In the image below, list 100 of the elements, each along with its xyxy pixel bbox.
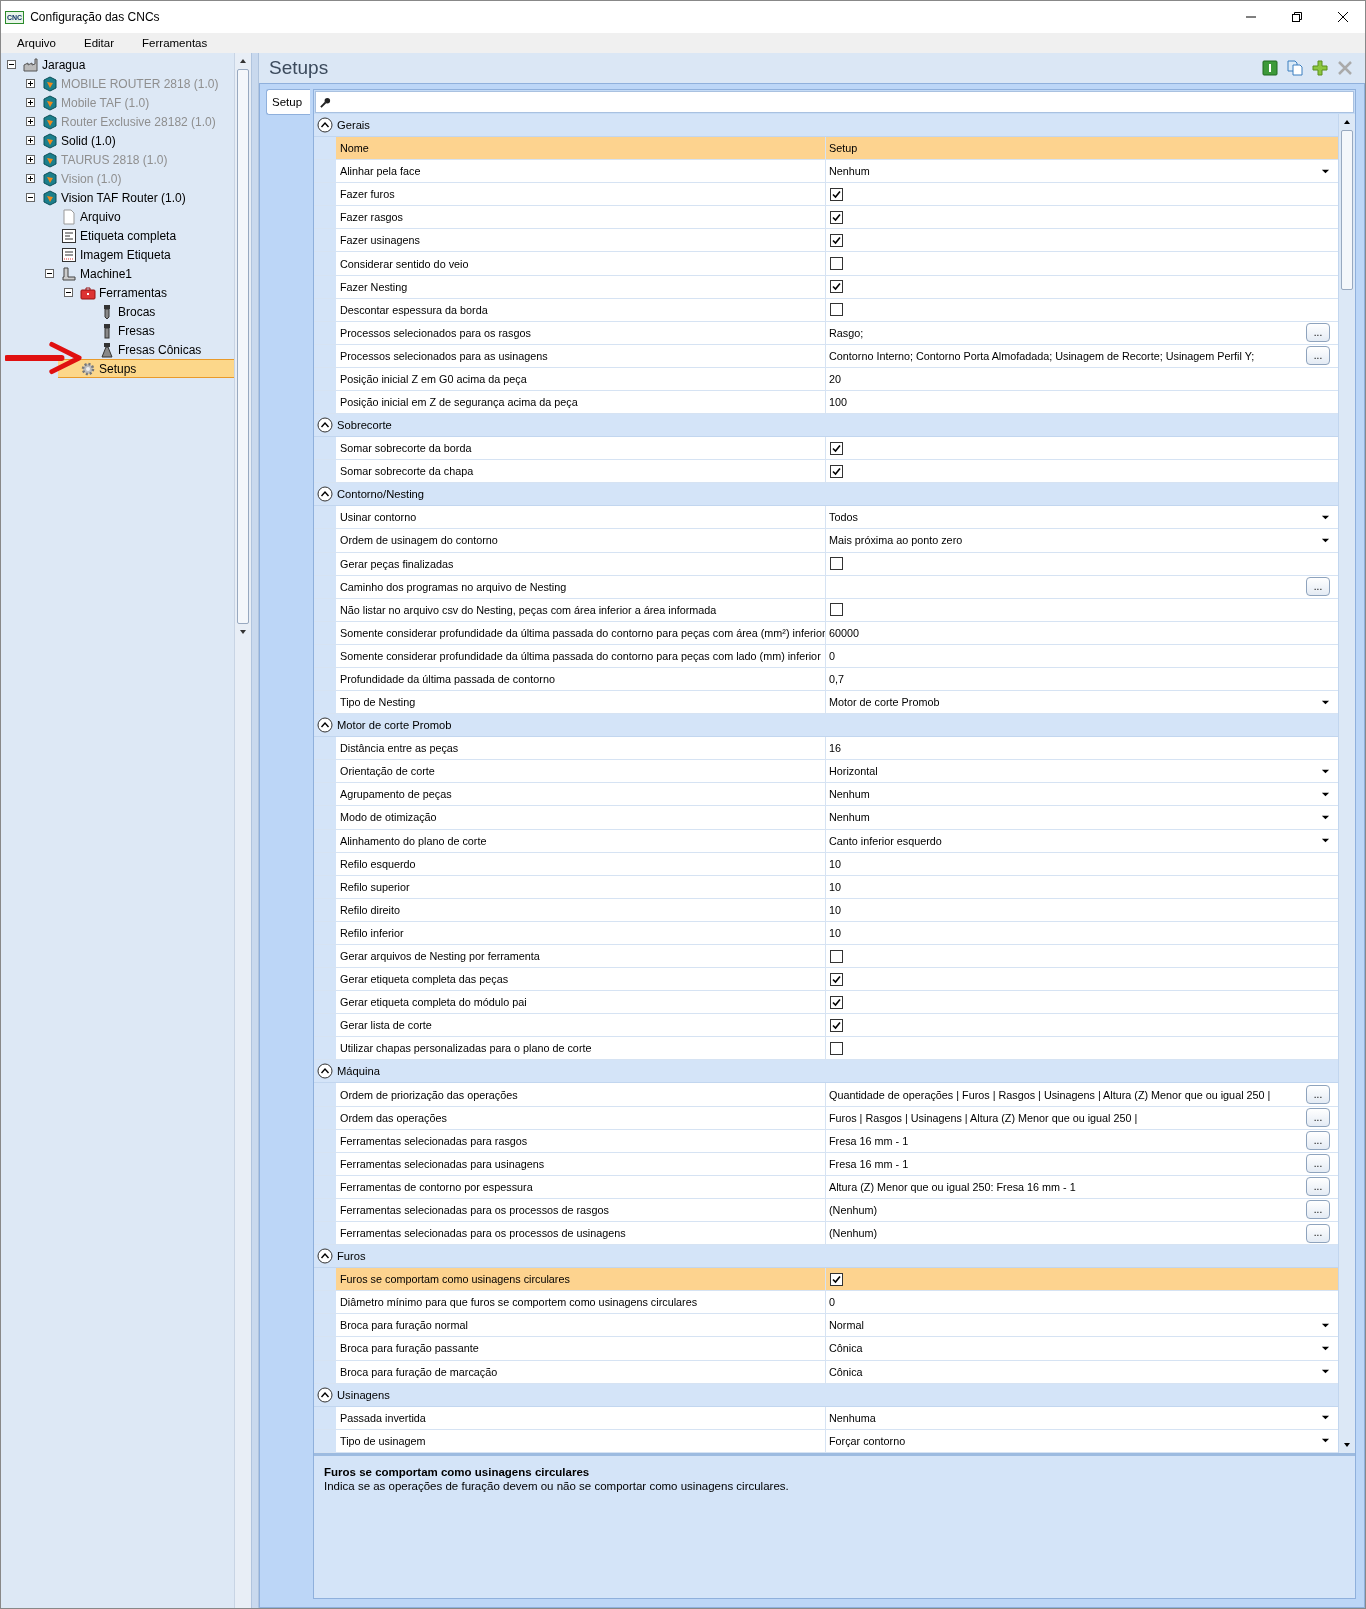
- ellipsis-button[interactable]: ...: [1306, 1085, 1330, 1104]
- tree-row[interactable]: Machine1: [39, 264, 234, 283]
- ellipsis-button[interactable]: ...: [1306, 1108, 1330, 1128]
- property-row[interactable]: Passada invertida Nenhuma: [314, 1406, 1338, 1430]
- grid-scrollbar[interactable]: [1338, 114, 1355, 1453]
- property-row[interactable]: Gerar peças finalizadas: [314, 552, 1338, 576]
- tree-row[interactable]: Jaragua: [1, 55, 234, 74]
- property-row[interactable]: Broca para furação de marcação Cônica: [314, 1360, 1338, 1384]
- checked-checkbox[interactable]: [830, 233, 843, 247]
- tree-scrollbar[interactable]: [234, 53, 251, 1608]
- property-row[interactable]: Refilo esquerdo 10: [314, 852, 1338, 876]
- collapse-icon[interactable]: [317, 1248, 333, 1265]
- property-value[interactable]: 0: [829, 649, 835, 662]
- property-row[interactable]: Gerar etiqueta completa das peças: [314, 968, 1338, 992]
- property-row[interactable]: Profundidade da última passada de contorno 0,7: [314, 667, 1338, 692]
- ellipsis-button[interactable]: ...: [1306, 1200, 1330, 1220]
- property-row[interactable]: Processos selecionados para as usinagens Contorno Interno; Contorno Porta Almofadada; Usinagem de Recorte; Usinagem Perfil Y; ...: [314, 344, 1338, 368]
- scrollbar-thumb[interactable]: [1341, 130, 1353, 290]
- dropdown-value[interactable]: Todos: [829, 511, 858, 524]
- checked-checkbox[interactable]: [830, 995, 843, 1009]
- info-icon[interactable]: [1262, 60, 1278, 76]
- property-row[interactable]: Fazer furos: [314, 183, 1338, 207]
- ellipsis-button[interactable]: ...: [1306, 577, 1330, 597]
- tree-row[interactable]: Brocas: [77, 302, 234, 321]
- property-row[interactable]: Não listar no arquivo csv do Nesting, peças com área inferior a área informada: [314, 598, 1338, 622]
- dropdown-value[interactable]: Nenhum: [829, 788, 870, 801]
- tree-row[interactable]: Etiqueta completa: [39, 226, 234, 245]
- checked-checkbox[interactable]: [830, 972, 843, 986]
- property-row[interactable]: Distância entre as peças 16: [314, 737, 1338, 761]
- splitter-handle[interactable]: [251, 53, 259, 1608]
- tab[interactable]: Setup: [266, 89, 310, 115]
- property-row[interactable]: Gerar arquivos de Nesting por ferramenta: [314, 945, 1338, 969]
- property-value[interactable]: 10: [829, 926, 841, 939]
- copy-icon[interactable]: [1287, 60, 1303, 76]
- dropdown-value[interactable]: Nenhum: [829, 165, 870, 178]
- checkbox[interactable]: [830, 303, 843, 317]
- checkbox[interactable]: [830, 1041, 843, 1055]
- menu-item[interactable]: Ferramentas: [132, 37, 218, 49]
- property-row[interactable]: Furos se comportam como usinagens circulares: [314, 1268, 1338, 1292]
- property-row[interactable]: Fazer Nesting: [314, 275, 1338, 299]
- property-row[interactable]: Somar sobrecorte da borda: [314, 437, 1338, 461]
- checked-checkbox[interactable]: [830, 441, 843, 455]
- property-row[interactable]: Posição inicial Z em G0 acima da peça 20: [314, 367, 1338, 392]
- collapse-icon[interactable]: [317, 486, 333, 503]
- property-value[interactable]: 0,7: [829, 673, 844, 685]
- ellipsis-button[interactable]: ...: [1306, 323, 1330, 343]
- collapse-icon[interactable]: [64, 288, 73, 297]
- dropdown-value[interactable]: Nenhuma: [829, 1411, 876, 1424]
- collapse-icon[interactable]: [317, 1063, 333, 1080]
- checked-checkbox[interactable]: [830, 280, 843, 294]
- ellipsis-button[interactable]: ...: [1306, 1177, 1330, 1197]
- collapse-icon[interactable]: [317, 1386, 333, 1403]
- collapse-icon[interactable]: [7, 60, 16, 69]
- property-row[interactable]: Somente considerar profundidade da última passada do contorno para peças com lado (mm) inferior 0: [314, 644, 1338, 668]
- search-field[interactable]: [315, 91, 1354, 113]
- property-value[interactable]: 10: [829, 857, 841, 870]
- property-row[interactable]: Refilo direito 10: [314, 898, 1338, 922]
- property-row[interactable]: Refilo inferior 10: [314, 921, 1338, 945]
- property-row[interactable]: Ordem das operações Furos | Rasgos | Usinagens | Altura (Z) Menor que ou igual 250 | ...: [314, 1106, 1338, 1130]
- property-row[interactable]: Ferramentas selecionadas para os processos de rasgos (Nenhum) ...: [314, 1198, 1338, 1223]
- checked-checkbox[interactable]: [830, 1018, 843, 1032]
- property-row[interactable]: Ferramentas selecionadas para rasgos Fresa 16 mm - 1 ...: [314, 1129, 1338, 1153]
- property-row[interactable]: Alinhamento do plano de corte Canto inferior esquerdo: [314, 829, 1338, 853]
- property-row[interactable]: Broca para furação normal Normal: [314, 1314, 1338, 1338]
- property-row[interactable]: Tipo de usinagem Forçar contorno: [314, 1429, 1338, 1453]
- property-row[interactable]: Gerar etiqueta completa do módulo pai: [314, 991, 1338, 1015]
- property-row[interactable]: Gerar lista de corte: [314, 1014, 1338, 1038]
- property-row[interactable]: Ferramentas selecionadas para usinagens Fresa 16 mm - 1 ...: [314, 1152, 1338, 1176]
- dropdown-value[interactable]: Horizontal: [829, 765, 878, 778]
- checked-checkbox[interactable]: [830, 187, 843, 201]
- collapse-icon[interactable]: [26, 193, 35, 202]
- ellipsis-button[interactable]: ...: [1306, 1131, 1330, 1151]
- property-row[interactable]: Ferramentas de contorno por espessura Altura (Z) Menor que ou igual 250: Fresa 16 mm - 1 ...: [314, 1175, 1338, 1199]
- property-row[interactable]: Diâmetro mínimo para que furos se comportem como usinagens circulares 0: [314, 1291, 1338, 1315]
- menu-item[interactable]: Editar: [74, 37, 125, 49]
- expand-icon[interactable]: [26, 136, 35, 145]
- dropdown-value[interactable]: Canto inferior esquerdo: [829, 834, 942, 847]
- dropdown-value[interactable]: Normal: [829, 1319, 864, 1332]
- property-row[interactable]: Ordem de priorização das operações Quantidade de operações | Furos | Rasgos | Usinagens | Altura (Z) Menor que ou igual 250 | ...: [314, 1083, 1338, 1107]
- property-row[interactable]: Caminho dos programas no arquivo de Nesting ...: [314, 575, 1338, 599]
- dropdown-value[interactable]: Motor de corte Promob: [829, 696, 940, 709]
- property-value[interactable]: 20: [829, 373, 841, 385]
- dropdown-value[interactable]: Forçar contorno: [829, 1434, 906, 1447]
- tree-row[interactable]: Ferramentas: [58, 283, 234, 302]
- dropdown-value[interactable]: Nenhum: [829, 811, 870, 824]
- close-icon[interactable]: [1337, 11, 1349, 23]
- tree-row[interactable]: Fresas Cônicas: [77, 340, 234, 359]
- collapse-icon[interactable]: [317, 717, 333, 734]
- property-value[interactable]: 16: [829, 742, 841, 755]
- checked-checkbox[interactable]: [830, 1272, 843, 1286]
- checkbox[interactable]: [830, 603, 843, 617]
- property-value[interactable]: 0: [829, 1296, 835, 1309]
- property-row[interactable]: Modo de otimização Nenhum: [314, 806, 1338, 830]
- property-row[interactable]: Usinar contorno Todos: [314, 506, 1338, 530]
- checkbox[interactable]: [830, 257, 843, 270]
- property-row[interactable]: Descontar espessura da borda: [314, 298, 1338, 322]
- checked-checkbox[interactable]: [830, 464, 843, 478]
- restore-icon[interactable]: [1291, 11, 1303, 23]
- tree-row[interactable]: Imagem Etiqueta: [39, 245, 234, 264]
- tree-row[interactable]: Solid (1.0): [20, 131, 234, 150]
